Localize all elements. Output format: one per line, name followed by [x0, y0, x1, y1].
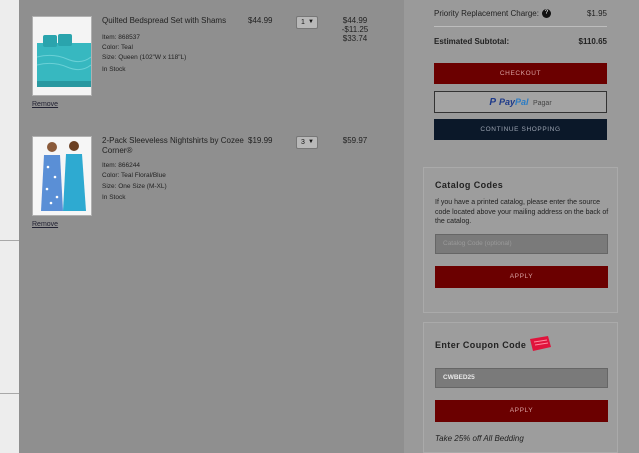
coupon-code-card: Enter Coupon Code CWBED25 APPLY Take 25%…	[423, 322, 618, 453]
remove-link[interactable]: Remove	[32, 221, 58, 228]
continue-shopping-button[interactable]: CONTINUE SHOPPING	[434, 119, 607, 140]
nightshirt-image[interactable]	[32, 136, 92, 216]
item-total: $44.99 -$11.25 $33.74	[338, 16, 372, 43]
paypal-logo-icon: P	[489, 97, 497, 108]
coupon-apply-button[interactable]: APPLY	[435, 400, 608, 422]
catalog-apply-button[interactable]: APPLY	[435, 266, 608, 288]
catalog-codes-card: Catalog Codes If you have a printed cata…	[423, 167, 618, 313]
quantity-select[interactable]: 1 ▼	[296, 16, 318, 29]
item-stock: In Stock	[102, 194, 126, 201]
item-size: Size: One Size (M-XL)	[102, 183, 167, 190]
catalog-code-input[interactable]: Catalog Code (optional)	[435, 234, 608, 254]
chevron-down-icon: ▼	[308, 19, 314, 25]
quantity-select[interactable]: 3 ▼	[296, 136, 318, 149]
priority-charge-row: Priority Replacement Charge:? $1.95	[434, 9, 607, 19]
item-color: Color: Teal	[102, 44, 133, 51]
item-color: Color: Teal Floral/Blue	[102, 172, 166, 179]
bedspread-image[interactable]	[32, 16, 92, 96]
total-discount: -$11.25	[341, 25, 369, 34]
item-stock: In Stock	[102, 66, 126, 73]
cart-item: Quilted Bedspread Set with Shams Item: 8…	[32, 16, 392, 116]
item-total: $59.97	[338, 136, 372, 145]
checkout-button[interactable]: CHECKOUT	[434, 63, 607, 84]
catalog-codes-description: If you have a printed catalog, please en…	[435, 199, 609, 225]
item-name[interactable]: Quilted Bedspread Set with Shams	[102, 16, 252, 26]
cart-item: 2-Pack Sleeveless Nightshirts by Cozee C…	[32, 136, 392, 236]
total-final: $59.97	[342, 136, 368, 145]
total-final: $33.74	[342, 34, 368, 43]
item-number: Item: 866244	[102, 162, 140, 169]
item-size: Size: Queen (102"W x 118"L)	[102, 54, 187, 61]
catalog-codes-title: Catalog Codes	[435, 180, 504, 190]
subtotal-value: $110.65	[578, 37, 607, 46]
priority-charge-label: Priority Replacement Charge:	[434, 9, 539, 18]
subtotal-row: Estimated Subtotal: $110.65	[434, 37, 607, 46]
priority-charge-value: $1.95	[586, 9, 607, 18]
paypal-pagar-text: Pagar	[532, 100, 552, 107]
subtotal-label: Estimated Subtotal:	[434, 37, 510, 46]
paypal-button[interactable]: P PayPal Pagar	[434, 91, 607, 113]
item-price: $19.99	[248, 136, 273, 145]
paypal-brand-pay: Pay	[499, 97, 516, 107]
item-number: Item: 868537	[102, 34, 140, 41]
coupon-code-input[interactable]: CWBED25	[435, 368, 608, 388]
help-icon[interactable]: ?	[541, 9, 551, 19]
remove-link[interactable]: Remove	[32, 101, 58, 108]
paypal-brand-pal: Pal	[515, 97, 529, 107]
coupon-code-title: Enter Coupon Code	[435, 340, 527, 350]
item-name[interactable]: 2-Pack Sleeveless Nightshirts by Cozee C…	[102, 136, 247, 156]
quantity-value: 1	[301, 19, 305, 26]
total-original: $44.99	[342, 16, 368, 25]
coupon-promo-text: Take 25% off All Bedding	[435, 434, 524, 443]
item-price: $44.99	[248, 16, 273, 25]
summary-divider	[434, 26, 607, 27]
chevron-down-icon: ▼	[308, 139, 314, 145]
quantity-value: 3	[301, 139, 305, 146]
coupon-tag-icon	[529, 336, 552, 351]
